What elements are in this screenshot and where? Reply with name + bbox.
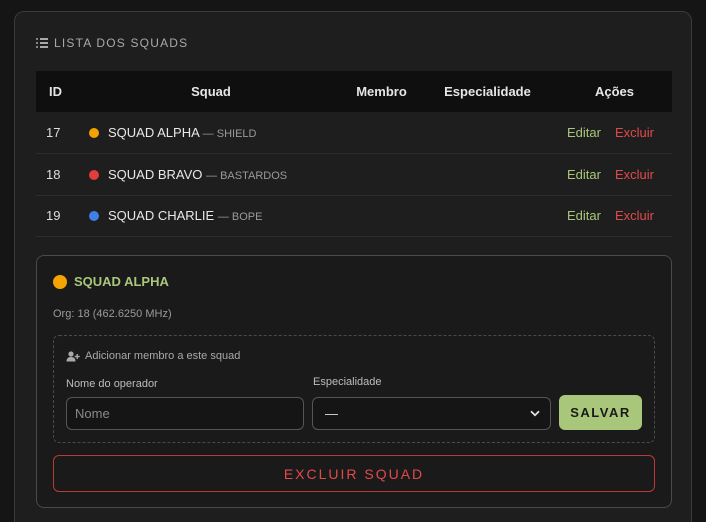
squad-name: SQUAD ALPHA bbox=[108, 125, 200, 140]
row-actions: Editar Excluir bbox=[557, 153, 672, 196]
squad-name: SQUAD BRAVO bbox=[108, 166, 203, 182]
header-especialidade: Especialidade bbox=[444, 84, 531, 99]
card-title-text: SQUAD ALPHA bbox=[74, 274, 169, 289]
row-squad: SQUAD ALPHA — SHIELD bbox=[77, 112, 345, 154]
header-id: ID bbox=[49, 84, 62, 99]
card-title: SQUAD ALPHA bbox=[53, 274, 169, 289]
squads-table: ID Squad Membro Especialidade Ações 17 S… bbox=[36, 71, 672, 237]
row-id: 17 bbox=[36, 112, 77, 154]
user-plus-icon bbox=[66, 350, 80, 361]
operator-name-input[interactable] bbox=[66, 397, 304, 430]
specialty-select-value: — bbox=[325, 406, 338, 421]
row-squad: SQUAD BRAVO — BASTARDOS bbox=[77, 153, 345, 196]
row-id: 18 bbox=[36, 153, 77, 196]
row-especialidade bbox=[418, 112, 557, 154]
specialty-label: Especialidade bbox=[313, 376, 382, 388]
row-membro bbox=[345, 153, 418, 196]
delete-link[interactable]: Excluir bbox=[615, 125, 654, 140]
row-especialidade bbox=[418, 153, 557, 196]
squad-detail-card: SQUAD ALPHA Org: 18 (462.6250 MHz) Adici… bbox=[36, 255, 672, 508]
add-member-hint-text: Adicionar membro a este squad bbox=[85, 350, 241, 362]
delete-squad-button[interactable]: EXCLUIR SQUAD bbox=[53, 455, 655, 492]
specialty-select[interactable]: — bbox=[312, 397, 551, 430]
row-actions: Editar Excluir bbox=[557, 112, 672, 154]
panel-title: LISTA DOS SQUADS bbox=[36, 36, 188, 50]
delete-link[interactable]: Excluir bbox=[615, 208, 654, 223]
squads-panel: LISTA DOS SQUADS ID Squad Membro Especia… bbox=[14, 11, 692, 522]
header-membro: Membro bbox=[356, 84, 407, 99]
row-membro bbox=[345, 112, 418, 154]
table-row: 19 SQUAD CHARLIE — BOPE Editar Excluir bbox=[36, 195, 672, 237]
table-header: ID Squad Membro Especialidade Ações bbox=[36, 71, 672, 112]
table-row: 18 SQUAD BRAVO — BASTARDOS Editar Excluir bbox=[36, 153, 672, 196]
header-squad: Squad bbox=[191, 84, 231, 99]
squad-org: — SHIELD bbox=[202, 128, 257, 140]
squad-org: — BASTARDOS bbox=[206, 169, 288, 182]
squad-name: SQUAD CHARLIE bbox=[108, 208, 215, 224]
edit-link[interactable]: Editar bbox=[567, 208, 601, 223]
edit-link[interactable]: Editar bbox=[567, 167, 601, 182]
squad-color-dot bbox=[89, 211, 99, 222]
row-id: 19 bbox=[36, 195, 77, 237]
list-icon bbox=[36, 38, 48, 48]
squad-color-dot bbox=[89, 128, 99, 138]
delete-link[interactable]: Excluir bbox=[615, 167, 654, 182]
operator-name-label: Nome do operador bbox=[66, 378, 158, 390]
squad-color-dot bbox=[53, 274, 67, 289]
card-org: Org: 18 (462.6250 MHz) bbox=[53, 308, 172, 320]
save-button[interactable]: SALVAR bbox=[559, 395, 642, 430]
table-row: 17 SQUAD ALPHA — SHIELD Editar Excluir bbox=[36, 112, 672, 154]
row-especialidade bbox=[418, 195, 557, 237]
row-membro bbox=[345, 195, 418, 237]
panel-title-text: LISTA DOS SQUADS bbox=[54, 36, 189, 50]
row-actions: Editar Excluir bbox=[557, 195, 672, 237]
edit-link[interactable]: Editar bbox=[567, 125, 601, 140]
add-member-box: Adicionar membro a este squad Nome do op… bbox=[53, 335, 655, 443]
row-squad: SQUAD CHARLIE — BOPE bbox=[77, 195, 345, 237]
squad-color-dot bbox=[89, 169, 99, 180]
add-member-hint: Adicionar membro a este squad bbox=[66, 350, 240, 362]
header-acoes: Ações bbox=[594, 84, 635, 99]
squad-org: — BOPE bbox=[217, 211, 263, 224]
chevron-down-icon bbox=[530, 410, 540, 417]
